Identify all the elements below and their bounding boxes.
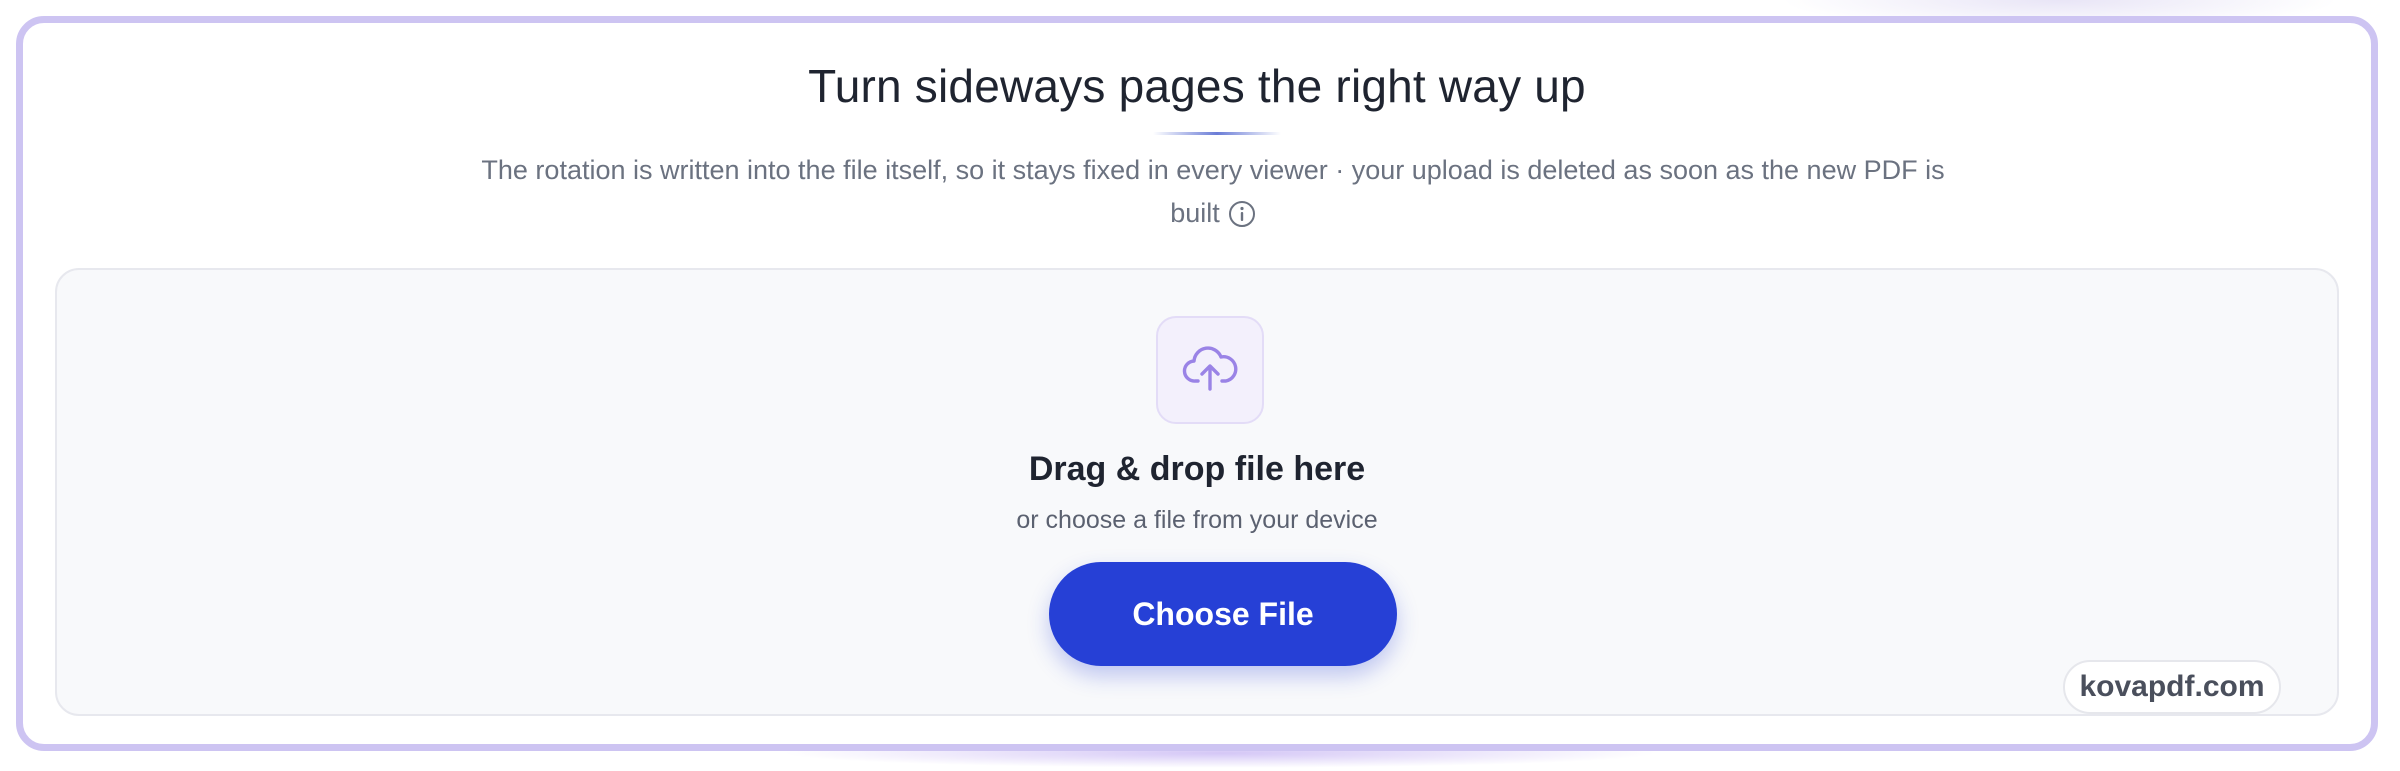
cloud-upload-icon	[1182, 343, 1238, 398]
page-title: Turn sideways pages the right way up	[808, 60, 1586, 112]
subtitle-text: The rotation is written into the file it…	[481, 155, 1945, 228]
choose-file-button[interactable]: Choose File	[1049, 562, 1397, 666]
site-watermark: kovapdf.com	[2063, 660, 2281, 714]
title-underline	[1153, 132, 1281, 135]
rotate-pdf-card: Turn sideways pages the right way up The…	[16, 16, 2378, 751]
info-icon[interactable]	[1228, 198, 1256, 227]
file-dropzone[interactable]: Drag & drop file here or choose a file f…	[55, 268, 2339, 716]
upload-icon-tile	[1156, 316, 1264, 424]
page-subtitle: The rotation is written into the file it…	[463, 149, 1963, 235]
dropzone-subtitle: or choose a file from your device	[1016, 506, 1378, 534]
dropzone-title: Drag & drop file here	[1028, 450, 1366, 488]
